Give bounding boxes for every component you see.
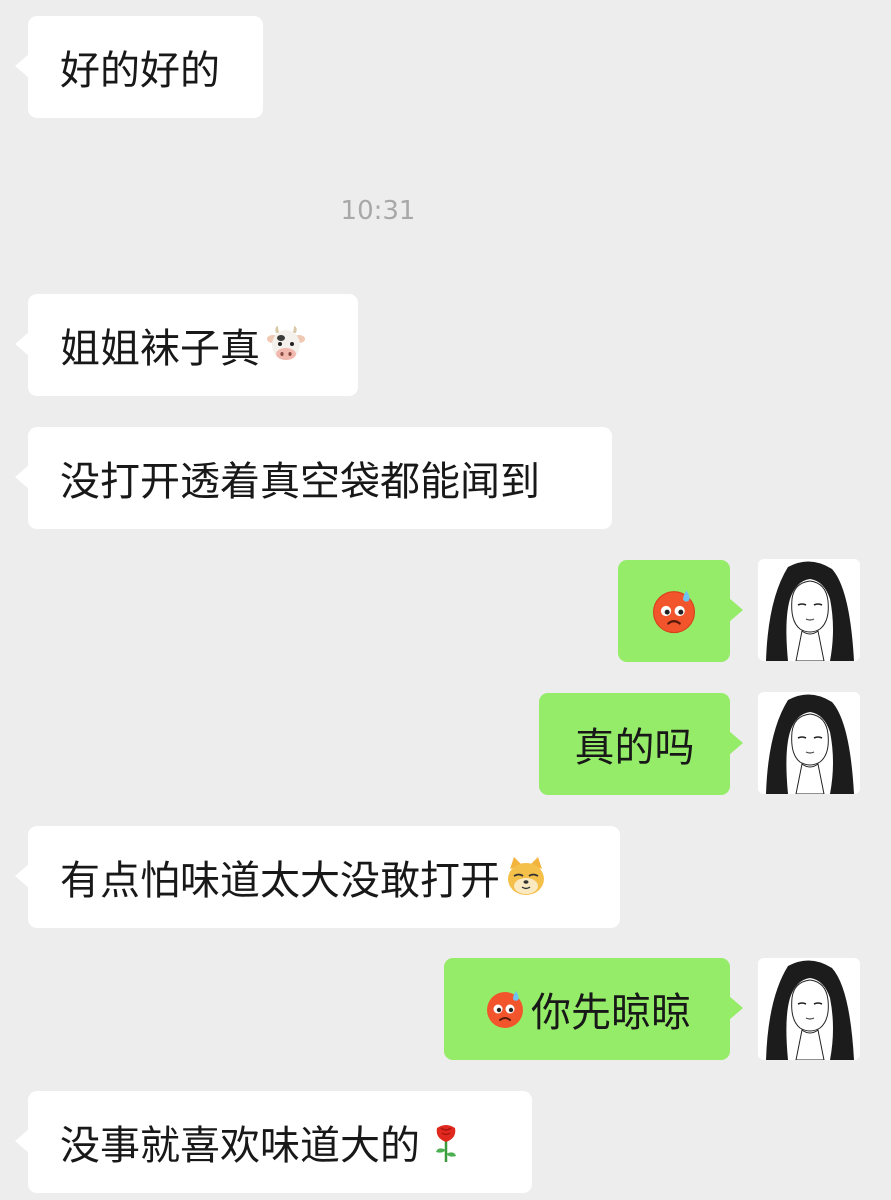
message-text: 有点怕味道太大没敢打开: [60, 858, 500, 904]
incoming-message[interactable]: 没打开透着真空袋都能闻到: [15, 427, 612, 529]
sweat-face-icon: [483, 987, 527, 1031]
chat-area: 好的好的 10:31 姐姐袜子真 没打开透着真空袋都能闻到 真的吗 有点怕味道太…: [0, 0, 891, 1200]
incoming-message[interactable]: 好的好的: [15, 16, 263, 118]
cow-face-icon: [264, 323, 308, 367]
outgoing-message[interactable]: 真的吗: [539, 693, 743, 795]
outgoing-message[interactable]: 你先晾晾: [444, 958, 743, 1060]
doge-face-icon: [504, 855, 548, 899]
message-timestamp: 10:31: [340, 196, 416, 226]
incoming-message[interactable]: 姐姐袜子真: [15, 294, 358, 396]
incoming-message[interactable]: 有点怕味道太大没敢打开: [15, 826, 620, 928]
user-avatar-icon[interactable]: [758, 692, 860, 794]
outgoing-message[interactable]: [618, 560, 743, 662]
user-avatar-icon[interactable]: [758, 958, 860, 1060]
message-text: 姐姐袜子真: [60, 326, 260, 372]
message-text: 真的吗: [574, 725, 695, 771]
message-text: 你先晾晾: [531, 990, 691, 1036]
sweat-face-icon: [649, 586, 699, 636]
message-text: 没打开透着真空袋都能闻到: [60, 459, 540, 505]
message-text: 没事就喜欢味道大的: [60, 1123, 420, 1169]
incoming-message[interactable]: 没事就喜欢味道大的: [15, 1091, 532, 1193]
rose-icon: [424, 1120, 468, 1164]
message-text: 好的好的: [60, 48, 220, 94]
user-avatar-icon[interactable]: [758, 559, 860, 661]
